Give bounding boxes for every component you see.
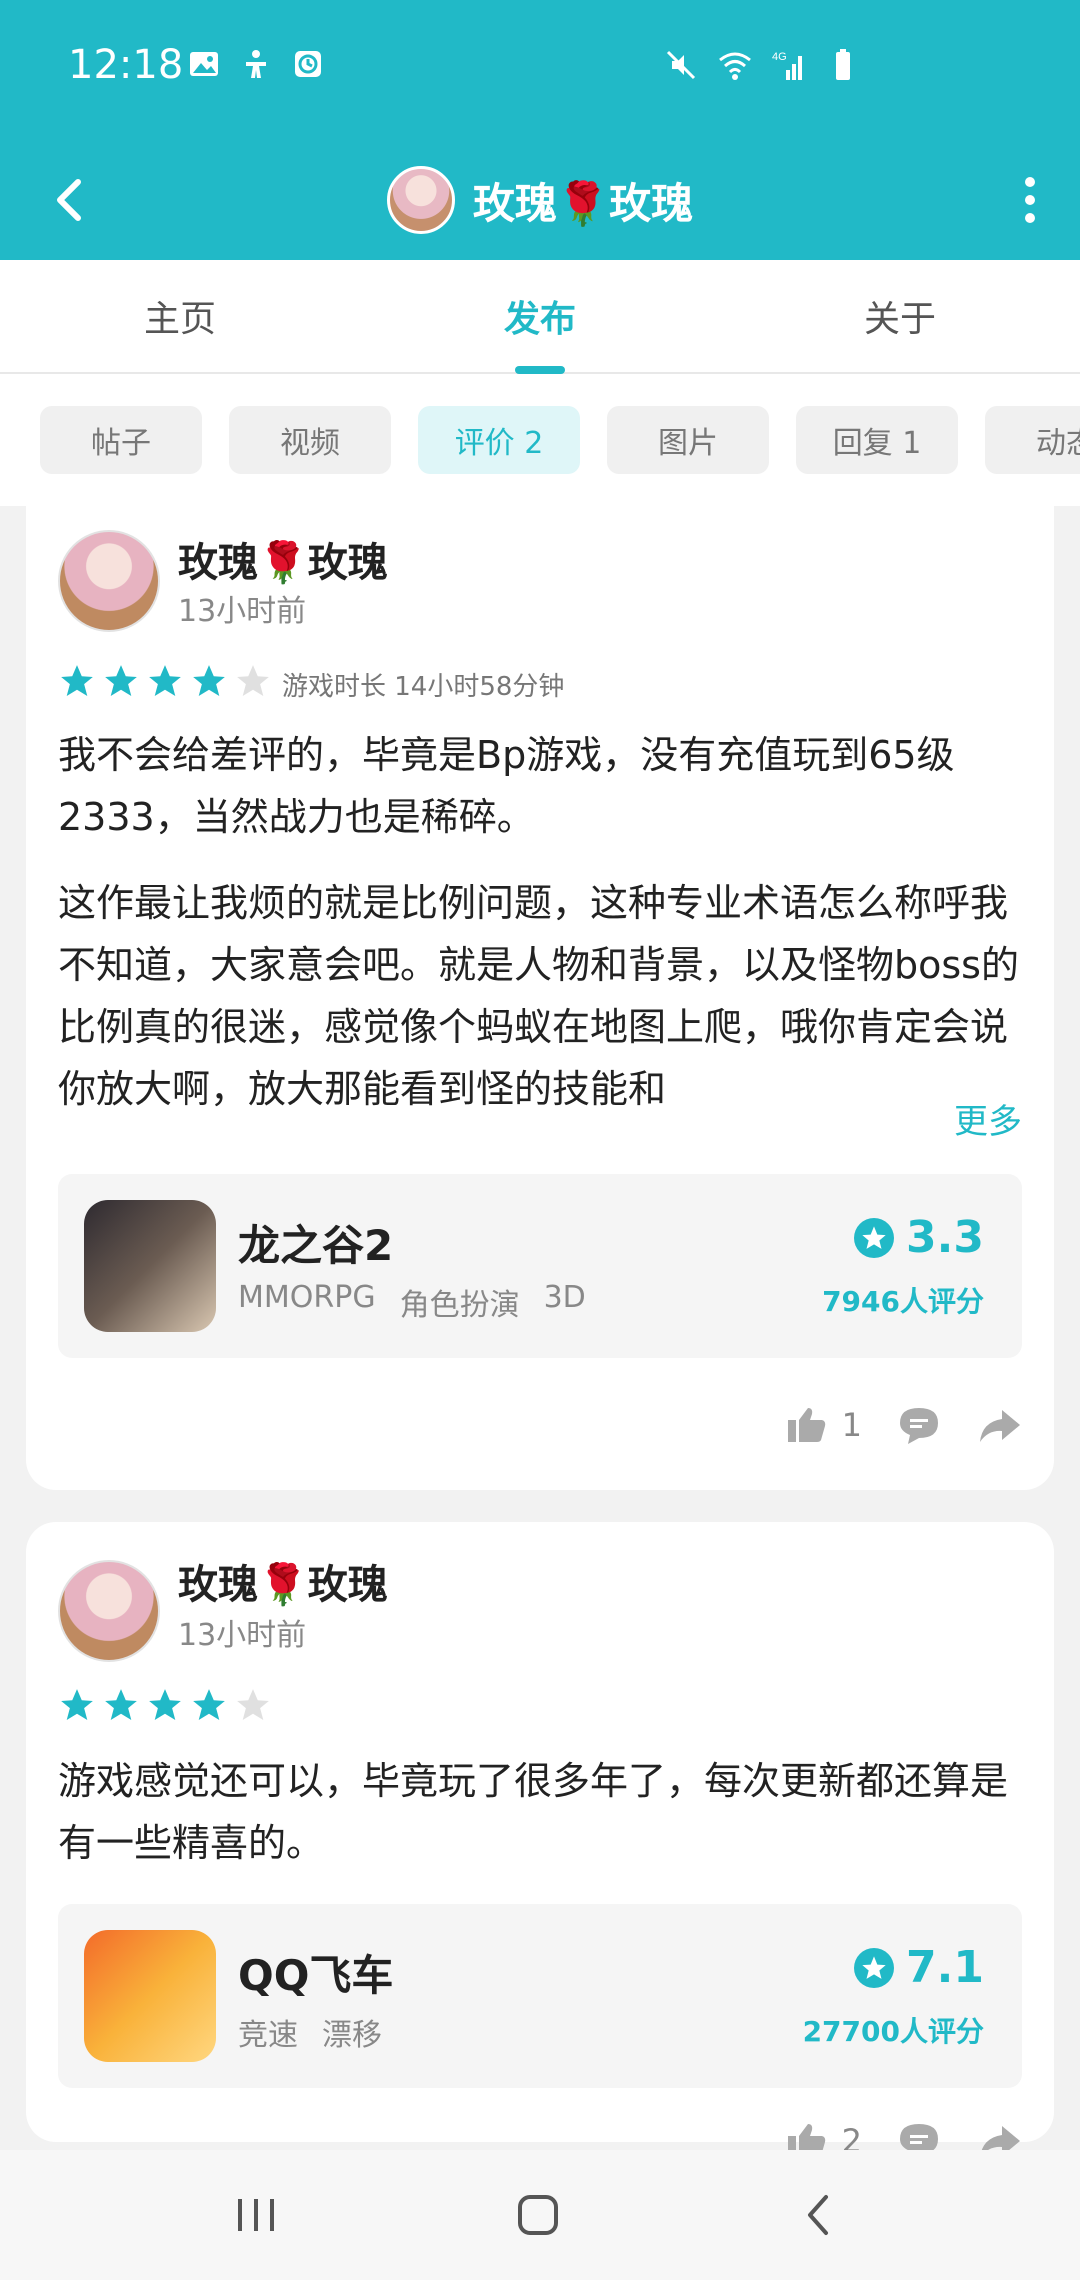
more-menu-button[interactable] [994, 164, 1066, 236]
like-count: 1 [841, 1406, 862, 1444]
battery-icon [826, 48, 860, 82]
star-filled-icon [102, 662, 140, 700]
page-title: 玫瑰🌹玫瑰 [472, 178, 694, 228]
main-tabs: 主页 发布 关于 [0, 260, 1080, 374]
game-icon [84, 1930, 216, 2062]
star-filled-icon [146, 1686, 184, 1724]
game-tag: 竞速 [238, 2018, 298, 2053]
game-tag: MMORPG [238, 1280, 376, 1315]
chip-replies[interactable]: 回复 1 [796, 406, 958, 474]
game-score-value: 3.3 [906, 1212, 984, 1263]
chip-reviews[interactable]: 评价 2 [418, 406, 580, 474]
playtime: 游戏时长 14小时58分钟 [282, 672, 565, 702]
game-score-value: 7.1 [906, 1942, 984, 1993]
share-icon [976, 1402, 1022, 1448]
status-icons-left [188, 48, 324, 80]
signal-4g-icon: 4G [772, 48, 806, 82]
more-vert-icon [1025, 177, 1035, 223]
chip-activity[interactable]: 动态 [985, 406, 1080, 474]
back-nav-icon [808, 2195, 828, 2235]
star-badge-icon [854, 1947, 895, 1988]
game-card[interactable]: 龙之谷2 MMORPG 角色扮演 3D 3.3 7946人评分 [58, 1174, 1022, 1358]
star-filled-icon [146, 662, 184, 700]
home-icon [518, 2195, 558, 2235]
title-avatar[interactable] [386, 166, 455, 234]
review-time: 13小时前 [178, 594, 307, 629]
accessibility-icon [240, 48, 272, 80]
review-card[interactable]: 玫瑰🌹玫瑰 13小时前 游戏感觉还可以，毕竟玩了很多年了，每次更新都还算是有一些… [26, 1522, 1054, 2160]
more-link[interactable]: 更多 [954, 1094, 1022, 1143]
avatar[interactable] [58, 1560, 160, 1662]
review-card[interactable]: 玫瑰🌹玫瑰 13小时前 游戏时长 14小时58分钟 我不会给差评的，毕竟是Bp游… [26, 506, 1054, 1490]
like-button[interactable]: 1 [784, 1402, 862, 1448]
review-paragraph: 这作最让我烦的就是比例问题，这种专业术语怎么称呼我不知道，大家意会吧。就是人物和… [58, 881, 1019, 1111]
filter-chips: 帖子 视频 评价 2 图片 回复 1 动态 [0, 374, 1080, 506]
rating-stars [58, 1686, 272, 1724]
game-name: QQ飞车 [238, 1951, 394, 2000]
avatar[interactable] [58, 530, 160, 632]
image-icon [188, 48, 220, 80]
chip-posts[interactable]: 帖子 [40, 406, 202, 474]
review-paragraph: 我不会给差评的，毕竟是Bp游戏，没有充值玩到65级2333，当然战力也是稀碎。 [58, 733, 955, 839]
recents-icon [238, 2199, 274, 2231]
game-tags: MMORPG 角色扮演 3D [238, 1280, 586, 1324]
tab-publish[interactable]: 发布 [360, 260, 720, 372]
rating-count: 7946人评分 [822, 1285, 984, 1318]
tab-home[interactable]: 主页 [0, 260, 360, 372]
star-filled-icon [58, 1686, 96, 1724]
thumbs-up-icon [784, 1402, 830, 1448]
tab-indicator [515, 366, 565, 374]
game-icon [84, 1200, 216, 1332]
game-tags: 竞速 漂移 [238, 2010, 382, 2054]
review-user-name[interactable]: 玫瑰🌹玫瑰 [178, 1552, 388, 1610]
star-empty-icon [234, 662, 272, 700]
rating-stars [58, 662, 272, 700]
status-time: 12:18 [68, 42, 184, 88]
star-badge-icon [854, 1217, 895, 1258]
rating-count: 27700人评分 [802, 2015, 984, 2048]
tab-about[interactable]: 关于 [720, 260, 1080, 372]
title-bar: 玫瑰🌹玫瑰 [0, 140, 1080, 260]
game-card[interactable]: QQ飞车 竞速 漂移 7.1 27700人评分 [58, 1904, 1022, 2088]
chip-images[interactable]: 图片 [607, 406, 769, 474]
review-time: 13小时前 [178, 1618, 307, 1653]
game-score: 7.1 [854, 1942, 984, 1993]
chip-videos[interactable]: 视频 [229, 406, 391, 474]
star-filled-icon [190, 662, 228, 700]
system-nav-bar [0, 2150, 1080, 2280]
title-area: 玫瑰🌹玫瑰 [0, 152, 1080, 248]
mute-icon [664, 48, 698, 82]
game-score: 3.3 [854, 1212, 984, 1263]
review-paragraph: 游戏感觉还可以，毕竟玩了很多年了，每次更新都还算是有一些精喜的。 [58, 1759, 1009, 1865]
comment-button[interactable] [896, 1402, 942, 1448]
star-filled-icon [102, 1686, 140, 1724]
status-icons-right: 4G [664, 48, 860, 82]
wifi-icon [718, 48, 752, 82]
recents-button[interactable] [226, 2185, 286, 2245]
comment-icon [896, 1402, 942, 1448]
share-button[interactable] [976, 1402, 1022, 1448]
star-filled-icon [190, 1686, 228, 1724]
game-tag: 角色扮演 [399, 1288, 520, 1323]
back-nav-button[interactable] [790, 2185, 850, 2245]
star-filled-icon [58, 662, 96, 700]
game-name: 龙之谷2 [238, 1221, 394, 1270]
review-user-name[interactable]: 玫瑰🌹玫瑰 [178, 530, 388, 588]
review-actions: 1 [784, 1402, 1022, 1448]
game-tag: 漂移 [322, 2018, 382, 2053]
svg-text:4G: 4G [772, 51, 787, 63]
clock-icon [292, 48, 324, 80]
home-button[interactable] [508, 2185, 568, 2245]
star-empty-icon [234, 1686, 272, 1724]
game-tag: 3D [543, 1280, 586, 1315]
